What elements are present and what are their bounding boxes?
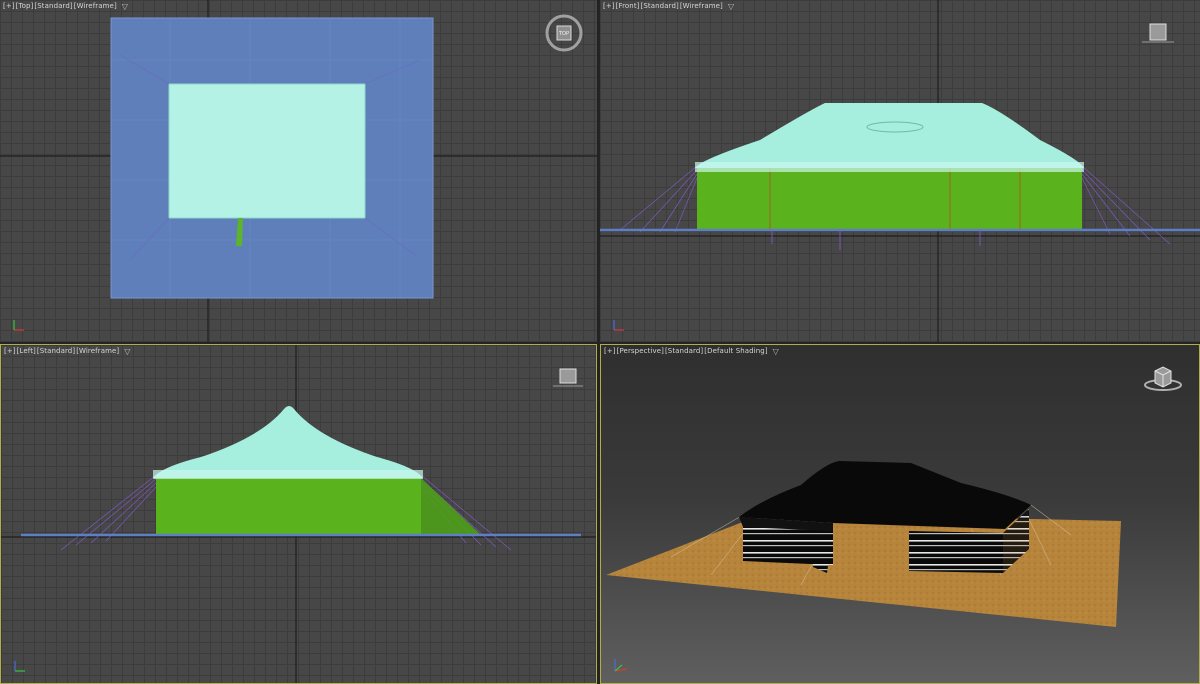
viewport-shading-menu[interactable]: [Default Shading] bbox=[704, 347, 767, 355]
tent-side-flap-wire bbox=[421, 478, 481, 535]
viewport-menu-plus[interactable]: [+] bbox=[4, 347, 16, 355]
viewport-label-perspective: [+] [Perspective] [Standard] [Default Sh… bbox=[604, 347, 779, 355]
viewport-shading-menu[interactable]: [Wireframe] bbox=[74, 2, 117, 10]
viewcube-icon[interactable]: TOP bbox=[543, 12, 585, 54]
tent-walls-wire bbox=[697, 168, 1082, 230]
tent-walls-wire bbox=[156, 478, 421, 535]
viewport-top[interactable]: [+] [Top] [Standard] [Wireframe] ▽ TOP bbox=[0, 0, 597, 342]
filter-funnel-icon[interactable]: ▽ bbox=[122, 2, 128, 10]
top-view-canvas bbox=[0, 0, 597, 342]
tent-roof-shaded bbox=[739, 461, 1031, 529]
axis-tripod-icon bbox=[14, 661, 25, 672]
perspective-view-canvas bbox=[606, 461, 1121, 627]
filter-funnel-icon[interactable]: ▽ bbox=[773, 347, 779, 355]
guy-lines-left bbox=[619, 165, 698, 233]
guy-lines-left bbox=[60, 474, 157, 551]
viewcube-icon[interactable] bbox=[1140, 18, 1176, 48]
viewport-standard-menu[interactable]: [Standard] bbox=[665, 347, 703, 355]
tent-front-right-wall bbox=[909, 531, 1003, 573]
ground-plane-shaded bbox=[606, 513, 1121, 627]
tent-roof-wire bbox=[153, 406, 423, 478]
stake-lines bbox=[771, 230, 981, 250]
viewport-shading-menu[interactable]: [Wireframe] bbox=[76, 347, 119, 355]
viewport-menu-plus[interactable]: [+] bbox=[3, 2, 15, 10]
axis-tripod-icon bbox=[614, 659, 628, 672]
tent-roof-wire bbox=[169, 84, 365, 218]
viewport-layout: [+] [Top] [Standard] [Wireframe] ▽ TOP [… bbox=[0, 0, 1200, 684]
axis-tripod-icon bbox=[13, 320, 24, 331]
filter-funnel-icon[interactable]: ▽ bbox=[124, 347, 130, 355]
viewport-left[interactable]: [+] [Left] [Standard] [Wireframe] ▽ bbox=[0, 344, 597, 684]
viewport-standard-menu[interactable]: [Standard] bbox=[641, 2, 679, 10]
viewport-label-left: [+] [Left] [Standard] [Wireframe] ▽ bbox=[4, 347, 131, 355]
viewport-point-of-view-menu[interactable]: [Perspective] bbox=[617, 347, 664, 355]
viewcube-icon[interactable] bbox=[1141, 361, 1185, 395]
viewport-standard-menu[interactable]: [Standard] bbox=[37, 347, 75, 355]
tent-roof-wire bbox=[695, 103, 1084, 168]
viewport-point-of-view-menu[interactable]: [Front] bbox=[616, 2, 640, 10]
axis-tripod-icon bbox=[613, 320, 624, 331]
filter-funnel-icon[interactable]: ▽ bbox=[728, 2, 734, 10]
viewport-point-of-view-menu[interactable]: [Left] bbox=[17, 347, 36, 355]
viewport-point-of-view-menu[interactable]: [Top] bbox=[16, 2, 34, 10]
viewport-label-top: [+] [Top] [Standard] [Wireframe] ▽ bbox=[3, 2, 128, 10]
tent-valance-wire bbox=[695, 162, 1084, 172]
left-view-canvas bbox=[1, 345, 596, 683]
viewport-standard-menu[interactable]: [Standard] bbox=[34, 2, 72, 10]
front-view-canvas bbox=[600, 0, 1200, 342]
viewport-menu-plus[interactable]: [+] bbox=[604, 347, 616, 355]
viewport-menu-plus[interactable]: [+] bbox=[603, 2, 615, 10]
viewcube-icon[interactable] bbox=[551, 365, 585, 391]
viewport-shading-menu[interactable]: [Wireframe] bbox=[680, 2, 723, 10]
viewport-label-front: [+] [Front] [Standard] [Wireframe] ▽ bbox=[603, 2, 734, 10]
viewport-front[interactable]: [+] [Front] [Standard] [Wireframe] ▽ bbox=[600, 0, 1200, 342]
svg-text:TOP: TOP bbox=[558, 31, 569, 37]
viewport-perspective[interactable]: [+] [Perspective] [Standard] [Default Sh… bbox=[600, 344, 1200, 684]
guy-lines-right bbox=[1081, 165, 1171, 245]
tent-valance-wire bbox=[153, 470, 423, 479]
